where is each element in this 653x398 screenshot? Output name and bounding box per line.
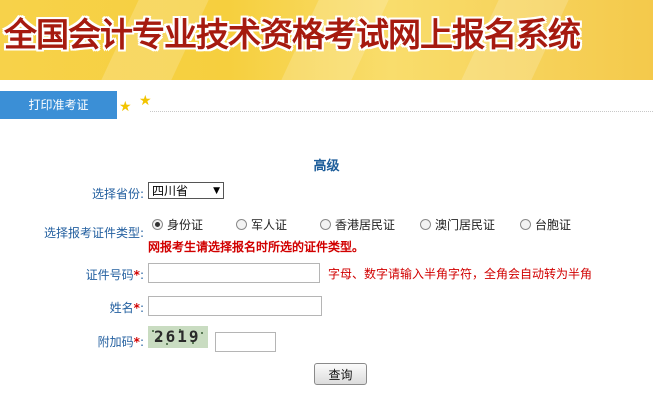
radio-macau-resident[interactable]: 澳门居民证: [420, 217, 504, 233]
name-label: 姓名*:: [109, 301, 144, 315]
query-button[interactable]: 查询: [314, 363, 367, 385]
id-type-label: 选择报考证件类型:: [43, 226, 144, 240]
tab-strip: 打印准考证 ★ ★: [0, 91, 653, 119]
header-banner: 全国会计专业技术资格考试网上报名系统: [0, 0, 653, 80]
province-label: 选择省份:: [91, 187, 144, 201]
section-title: 高级: [313, 159, 340, 174]
tab-print-admission-ticket[interactable]: 打印准考证: [0, 91, 117, 119]
radio-id-card[interactable]: 身份证: [152, 217, 214, 233]
province-select[interactable]: 四川省 ▼: [148, 182, 224, 199]
radio-button[interactable]: [320, 219, 331, 230]
divider: [150, 111, 653, 112]
radio-taiwan-compatriot[interactable]: 台胞证: [520, 217, 582, 233]
captcha-image[interactable]: 2619: [148, 326, 208, 348]
radio-button-selected[interactable]: [152, 219, 163, 230]
radio-button[interactable]: [236, 219, 247, 230]
id-number-label: 证件号码*:: [85, 268, 144, 282]
star-icon: ★: [139, 93, 152, 109]
star-icon: ★: [119, 99, 132, 115]
id-type-warning: 网报考生请选择报名时所选的证件类型。: [148, 240, 365, 254]
chevron-down-icon: ▼: [213, 186, 220, 196]
radio-button[interactable]: [420, 219, 431, 230]
radio-military-id[interactable]: 军人证: [236, 217, 298, 233]
id-number-hint: 字母、数字请输入半角字符，全角会自动转为半角: [328, 267, 593, 281]
captcha-text: 2619: [154, 327, 201, 346]
id-number-input[interactable]: [148, 263, 320, 283]
radio-button[interactable]: [520, 219, 531, 230]
system-title: 全国会计专业技术资格考试网上报名系统: [4, 15, 581, 54]
captcha-input[interactable]: [215, 332, 276, 352]
name-input[interactable]: [148, 296, 322, 316]
radio-hong-kong-resident[interactable]: 香港居民证: [320, 217, 404, 233]
captcha-label: 附加码*:: [97, 335, 144, 349]
